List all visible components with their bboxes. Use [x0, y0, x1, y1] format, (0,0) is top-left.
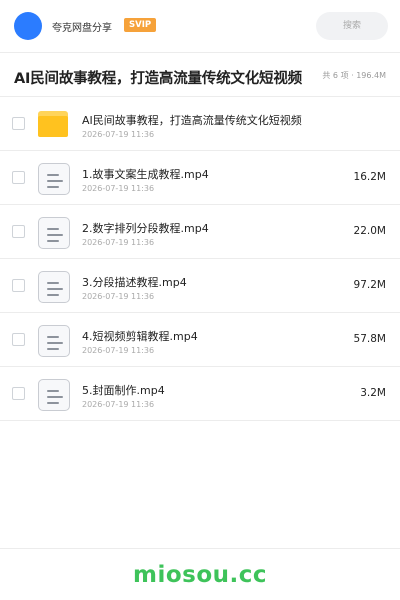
file-date: 2026-07-19 11:36 — [82, 400, 155, 409]
file-name: 2.数字排列分段教程.mp4 — [82, 222, 209, 235]
list-item-file[interactable]: 2.数字排列分段教程.mp4 2026-07-19 11:36 22.0M — [0, 205, 400, 259]
sharer-name: 夸克网盘分享 — [52, 23, 112, 34]
file-date: 2026-07-19 11:36 — [82, 346, 155, 355]
list-item-file[interactable]: 1.故事文案生成教程.mp4 2026-07-19 11:36 16.2M — [0, 151, 400, 205]
select-checkbox[interactable] — [12, 225, 25, 238]
document-icon — [38, 271, 70, 303]
file-date: 2026-07-19 11:36 — [82, 238, 155, 247]
file-date: 2026-07-19 11:36 — [82, 184, 155, 193]
svip-badge: SVIP — [124, 18, 157, 32]
document-icon — [38, 325, 70, 357]
file-summary: 共 6 项 · 196.4M — [322, 71, 386, 80]
avatar[interactable] — [14, 12, 42, 40]
file-date: 2026-07-19 11:36 — [82, 292, 155, 301]
select-checkbox[interactable] — [12, 387, 25, 400]
search-input[interactable]: 搜索 — [316, 12, 388, 40]
file-size: 57.8M — [353, 333, 386, 345]
select-checkbox[interactable] — [12, 333, 25, 346]
header: 夸克网盘分享 SVIP 搜索 — [0, 0, 400, 52]
file-size: 22.0M — [353, 225, 386, 237]
page-title: AI民间故事教程，打造高流量传统文化短视频 — [14, 71, 302, 87]
select-checkbox[interactable] — [12, 117, 25, 130]
title-row: AI民间故事教程，打造高流量传统文化短视频 共 6 项 · 196.4M — [0, 60, 400, 94]
file-size: 16.2M — [353, 171, 386, 183]
file-date: 2026-07-19 11:36 — [82, 130, 155, 139]
file-name: 1.故事文案生成教程.mp4 — [82, 168, 209, 181]
file-name: 3.分段描述教程.mp4 — [82, 276, 187, 289]
select-checkbox[interactable] — [12, 171, 25, 184]
document-icon — [38, 163, 70, 195]
select-checkbox[interactable] — [12, 279, 25, 292]
file-size: 97.2M — [353, 279, 386, 291]
footer-divider — [0, 548, 400, 549]
file-name: 4.短视频剪辑教程.mp4 — [82, 330, 198, 343]
file-name: 5.封面制作.mp4 — [82, 384, 165, 397]
list-item-file[interactable]: 4.短视频剪辑教程.mp4 2026-07-19 11:36 57.8M — [0, 313, 400, 367]
document-icon — [38, 217, 70, 249]
watermark-text: miosou.cc — [132, 562, 268, 588]
list-item-file[interactable]: 3.分段描述教程.mp4 2026-07-19 11:36 97.2M — [0, 259, 400, 313]
file-name: AI民间故事教程，打造高流量传统文化短视频 — [82, 114, 302, 127]
folder-icon — [38, 109, 70, 141]
file-size: 3.2M — [360, 387, 386, 399]
list-item-folder[interactable]: AI民间故事教程，打造高流量传统文化短视频 2026-07-19 11:36 — [0, 97, 400, 151]
header-divider — [0, 52, 400, 53]
list-item-file[interactable]: 5.封面制作.mp4 2026-07-19 11:36 3.2M — [0, 367, 400, 421]
file-list: AI民间故事教程，打造高流量传统文化短视频 2026-07-19 11:36 1… — [0, 97, 400, 421]
document-icon — [38, 379, 70, 411]
